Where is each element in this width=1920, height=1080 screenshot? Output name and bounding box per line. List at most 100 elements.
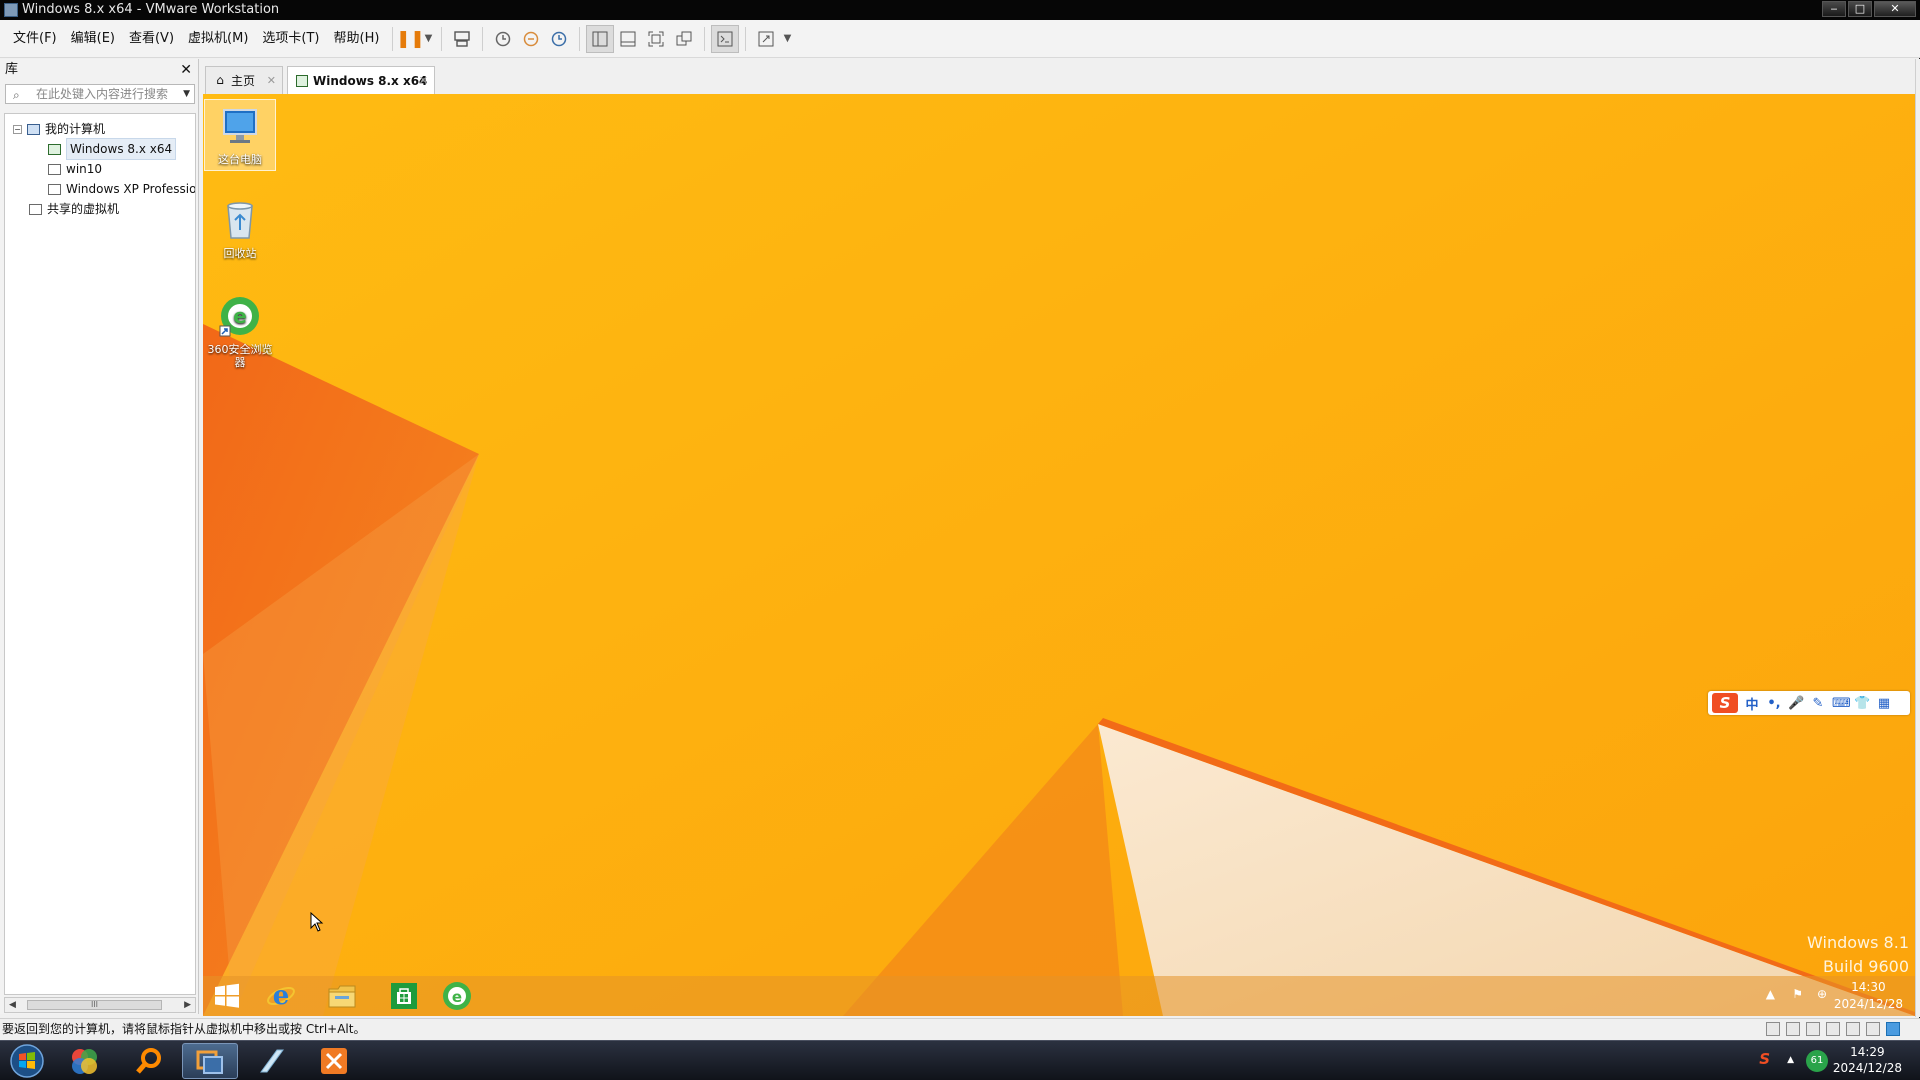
menu-tabs[interactable]: 选项卡(T) [255,20,326,58]
stretch-dropdown-icon[interactable]: ▼ [780,25,794,53]
host-clock[interactable]: 14:29 2024/12/28 [1833,1044,1902,1076]
show-hidden-icons-icon[interactable]: ▲ [1766,987,1775,1001]
keyboard-icon[interactable]: ⌨ [1832,696,1851,711]
ime-punctuation[interactable]: •, [1766,696,1782,711]
collapse-icon[interactable]: − [13,124,22,134]
shared-vms-icon [29,203,42,215]
svg-text:e: e [452,988,462,1006]
device-status-icons [1766,1022,1900,1036]
vm-console-display[interactable]: 这台电脑 回收站 e 360安全浏览器 S 中 •, 🎤 ✎ ⌨ 👕 ▦ Win… [203,94,1915,1016]
desktop-icon-this-pc[interactable]: 这台电脑 [204,99,276,171]
toolbar-separator [579,26,581,51]
mirror-app-icon [260,1049,284,1073]
show-hidden-icons-icon[interactable]: ▲ [1787,1055,1794,1065]
scroll-right-icon[interactable]: ▶ [184,998,191,1012]
minimize-button[interactable]: ‒ [1822,1,1846,17]
desktop-icon-360-browser[interactable]: e 360安全浏览器 [204,290,276,369]
ime-chinese-mode[interactable]: 中 [1744,694,1760,713]
library-horizontal-scrollbar[interactable]: ◀ III ▶ [4,997,196,1013]
vm-icon [48,163,61,175]
toolbox-icon[interactable]: ▦ [1876,696,1892,711]
host-taskbar-app-color[interactable] [56,1043,112,1079]
network-adapter-icon[interactable] [1826,1022,1840,1036]
tree-item-vm-win8[interactable]: Windows 8.x x64 [48,138,177,160]
menu-view[interactable]: 查看(V) [122,20,181,58]
tree-item-vm-winxp[interactable]: Windows XP Professio [48,179,195,199]
snapshot-manager-icon[interactable] [545,25,573,53]
menu-file[interactable]: 文件(F) [6,20,64,58]
show-library-icon[interactable] [586,24,615,53]
action-center-flag-icon[interactable]: ⚑ [1792,987,1803,1001]
window-title: Windows 8.x x64 - VMware Workstation [22,2,280,17]
guest-360-browser-button[interactable]: e [433,980,481,1012]
thumbnail-bar-icon[interactable] [614,25,642,53]
tool-app-icon [321,1048,347,1074]
scroll-thumb[interactable]: III [27,1000,162,1010]
guest-file-explorer-button[interactable] [318,980,366,1012]
library-search-input[interactable]: ⌕ 在此处键入内容进行搜索 ▼ [5,84,195,104]
close-button[interactable]: ✕ [1874,1,1916,17]
handwriting-icon[interactable]: ✎ [1810,696,1826,711]
printer-icon[interactable] [1846,1022,1860,1036]
microphone-icon[interactable]: 🎤 [1788,696,1804,711]
host-taskbar-app-mirror[interactable] [244,1043,300,1079]
stretch-view-icon[interactable] [752,25,780,53]
menu-edit[interactable]: 编辑(E) [64,20,122,58]
tree-item-my-computer[interactable]: − 我的计算机 [13,119,105,139]
recycle-bin-icon [227,202,253,239]
wallpaper [203,94,1915,1016]
title-bar: Windows 8.x x64 - VMware Workstation ‒ □… [0,0,1920,20]
desktop-icon-recycle-bin[interactable]: 回收站 [204,194,276,260]
guest-start-button[interactable] [203,980,251,1012]
tree-item-shared-vms[interactable]: 共享的虚拟机 [29,199,119,219]
sogou-tray-icon[interactable]: S [1759,1050,1770,1068]
search-icon: ⌕ [13,88,20,102]
guest-clock[interactable]: 14:30 2024/12/28 [1834,979,1903,1013]
sound-card-icon[interactable] [1866,1022,1880,1036]
host-start-button[interactable] [6,1043,48,1079]
tab-close-icon[interactable]: ✕ [267,74,276,87]
power-dropdown-icon[interactable]: ▼ [421,25,435,53]
guest-ie-button[interactable]: e [257,980,305,1012]
vmware-icon [196,1050,223,1074]
search-placeholder: 在此处键入内容进行搜索 [36,87,169,101]
host-taskbar-app-vmware[interactable] [182,1043,238,1079]
host-taskbar-app-tool[interactable] [306,1043,362,1079]
status-message: 要返回到您的计算机，请将鼠标指针从虚拟机中移出或按 Ctrl+Alt。 [2,1022,366,1036]
color-circles-app-icon [72,1049,97,1074]
tab-vm-win8[interactable]: Windows 8.x x64 ✕ [287,66,435,95]
scroll-left-icon[interactable]: ◀ [9,998,16,1012]
library-tree: − 我的计算机 Windows 8.x x64 win10 Windows XP… [4,113,196,995]
library-close-button[interactable]: ✕ [180,59,192,81]
tab-close-icon[interactable]: ✕ [419,74,428,87]
guest-store-button[interactable] [380,980,428,1012]
security-badge-icon[interactable]: 61 [1806,1050,1828,1072]
toolbar-separator [482,26,484,51]
console-view-icon[interactable] [711,24,740,53]
cd-dvd-icon[interactable] [1786,1022,1800,1036]
full-screen-icon[interactable] [642,25,670,53]
hard-disk-icon[interactable] [1766,1022,1780,1036]
unity-icon[interactable] [670,25,698,53]
search-dropdown-icon[interactable]: ▼ [183,85,190,103]
maximize-button[interactable]: □ [1848,1,1872,17]
sogou-logo-icon[interactable]: S [1712,693,1738,713]
host-taskbar-app-search[interactable] [121,1043,177,1079]
pause-icon[interactable]: ❚❚ [396,25,425,53]
sogou-ime-toolbar[interactable]: S 中 •, 🎤 ✎ ⌨ 👕 ▦ [1708,691,1910,715]
tab-home[interactable]: ⌂ 主页 ✕ [205,66,283,94]
library-panel: 库 ✕ ⌕ 在此处键入内容进行搜索 ▼ − 我的计算机 Windows 8.x … [0,59,199,1014]
revert-snapshot-icon[interactable] [517,25,545,53]
floppy-icon[interactable] [1806,1022,1820,1036]
home-icon: ⌂ [216,72,224,87]
computer-icon [27,123,40,135]
network-icon[interactable]: ⊕ [1817,987,1827,1001]
snapshot-icon[interactable] [489,25,517,53]
send-ctrl-alt-del-icon[interactable] [448,25,476,53]
tree-item-vm-win10[interactable]: win10 [48,159,102,179]
menu-vm[interactable]: 虚拟机(M) [181,20,255,58]
windows-logo-icon [215,983,239,1008]
skin-icon[interactable]: 👕 [1854,696,1870,711]
menu-help[interactable]: 帮助(H) [327,20,387,58]
message-log-icon[interactable] [1886,1022,1900,1036]
